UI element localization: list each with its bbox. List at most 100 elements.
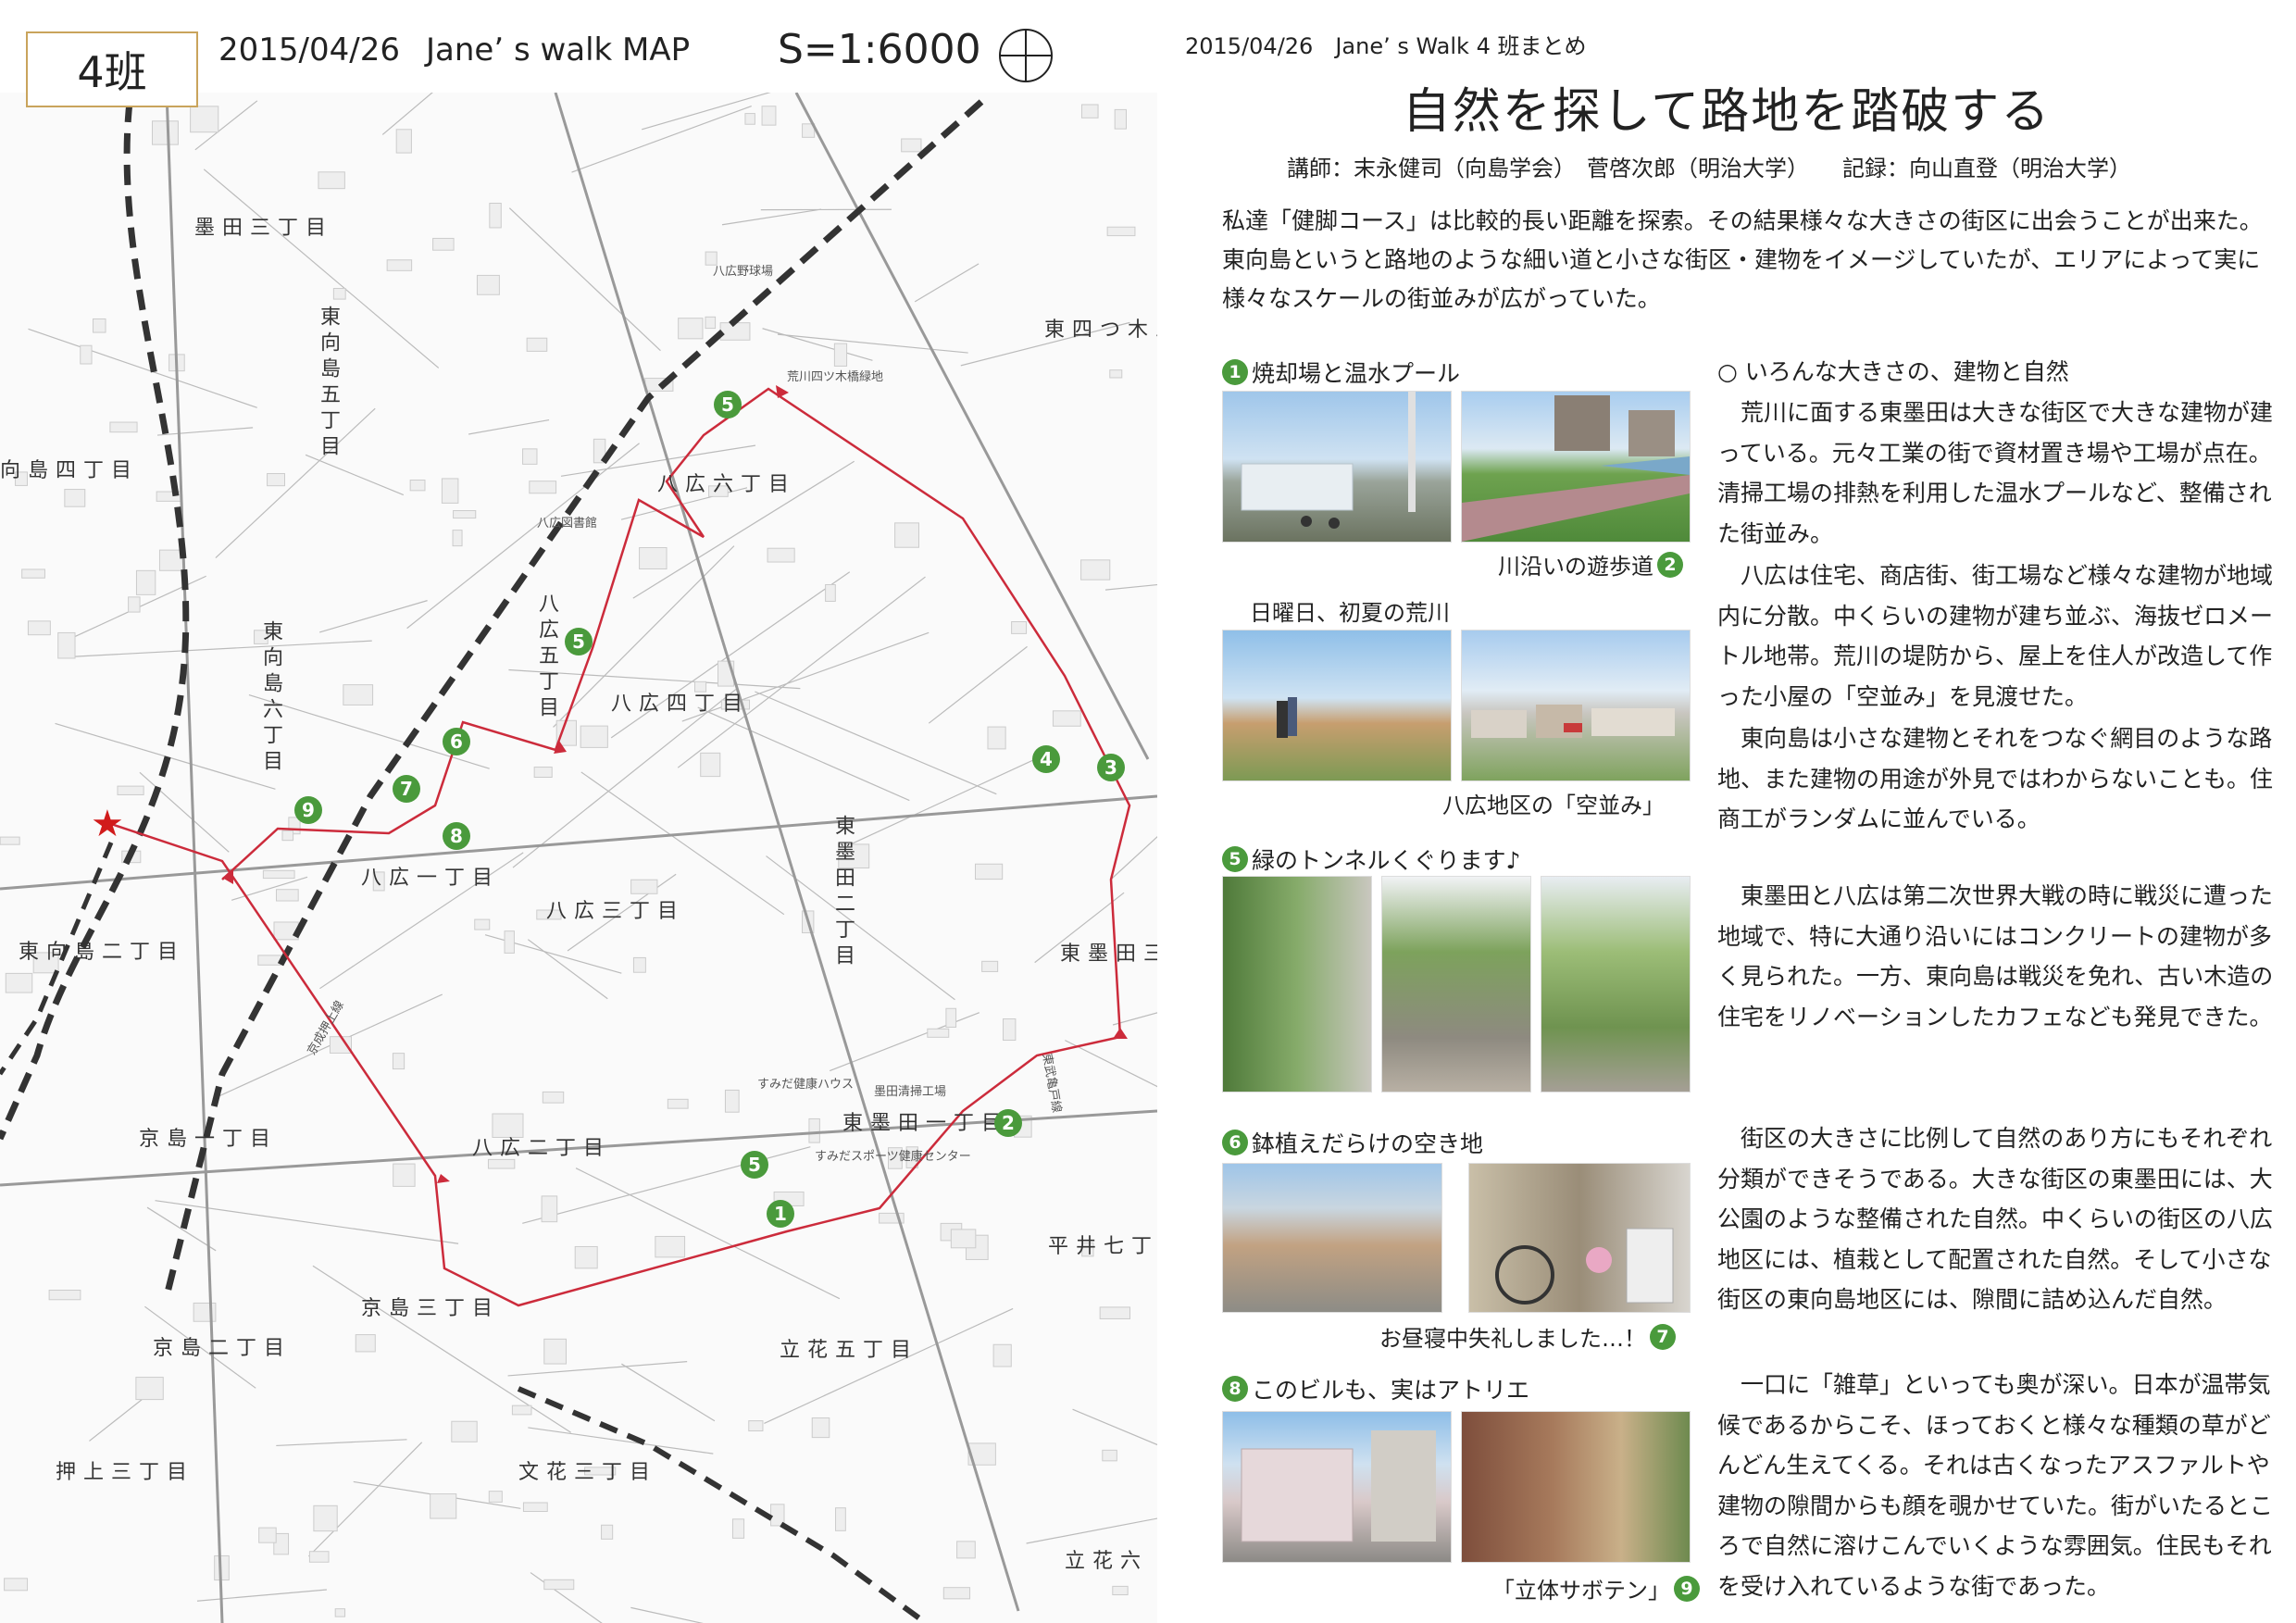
- building-block: [48, 1289, 81, 1301]
- street-line: [59, 640, 372, 658]
- street-line: [764, 1307, 1014, 1424]
- street-line: [406, 443, 640, 630]
- photo-3d-cactus: [1461, 1411, 1691, 1563]
- building-block: [432, 237, 455, 251]
- photo-vacant-lot-pots: [1222, 1163, 1442, 1313]
- street-line: [196, 1589, 327, 1602]
- report-credits: 講師：末永健司（向島学会） 菅啓次郎（明治大学） 記録：向山直登（明治大学）: [1287, 156, 2131, 181]
- building-block: [1106, 226, 1136, 237]
- building-block: [808, 1117, 820, 1143]
- street-line: [721, 208, 822, 226]
- building-block: [580, 725, 608, 748]
- building-block: [21, 568, 45, 579]
- building-block: [705, 316, 717, 330]
- body-paragraph-2: 八広は住宅、商店街、街工場など様々な建物が地域内に分散。中くらいの建物が建ち並ぶ…: [1717, 562, 2274, 710]
- body-heading: ○ いろんな大きさの、建物と自然: [1717, 358, 2069, 385]
- building-block: [522, 1502, 548, 1512]
- photo-green-tunnel-1: [1222, 876, 1372, 1092]
- section-9-label: 「立体サボテン」: [1492, 1578, 1670, 1604]
- street-line: [777, 333, 968, 354]
- label-yahiro5: 八広五丁目: [535, 593, 558, 722]
- building-block: [655, 1235, 686, 1258]
- map-marker-5: 5: [714, 391, 742, 418]
- map-marker-2: 2: [994, 1109, 1022, 1137]
- street-line: [928, 645, 1028, 724]
- building-block: [678, 318, 704, 340]
- section-5-label: 緑のトンネルくぐります♪: [1252, 847, 1521, 874]
- building-block: [1099, 1306, 1130, 1319]
- street-line: [847, 751, 1053, 846]
- building-block: [522, 448, 538, 465]
- building-block: [281, 830, 294, 842]
- section-7-caption: お昼寝中失礼しました…！ 7: [1379, 1320, 1676, 1353]
- building-block: [639, 547, 668, 570]
- label-yahiro3: 八広三丁目: [546, 900, 686, 923]
- street-line: [155, 1200, 459, 1244]
- building-block: [451, 1420, 478, 1442]
- photo-atelier-building: [1222, 1411, 1452, 1563]
- section-2-label: 川沿いの遊歩道: [1498, 554, 1653, 580]
- street-line: [508, 207, 661, 352]
- label-tachibana5: 立花五丁目: [780, 1339, 919, 1362]
- building-block: [27, 620, 51, 636]
- building-block: [950, 1229, 977, 1249]
- building-block: [981, 960, 999, 972]
- building-block: [190, 106, 219, 133]
- body-paragraph-1: 荒川に面する東墨田は大きな街区で大きな建物が建っている。元々工業の街で資材置き場…: [1717, 399, 2274, 547]
- building-block: [334, 1608, 346, 1617]
- map-marker-8: 8: [443, 822, 470, 850]
- section-2-caption: 川沿いの遊歩道 2: [1498, 548, 1683, 581]
- building-block: [57, 631, 76, 659]
- label-higashimukojima4: 向島四丁目: [0, 459, 140, 482]
- building-block: [992, 1343, 1012, 1367]
- number-badge: 5: [1222, 846, 1248, 872]
- body-paragraph-6: 一口に「雑草」といっても奥が深い。日本が温帯気候であるからこそ、ほっておくと様々…: [1717, 1371, 2274, 1600]
- building-block: [956, 1541, 976, 1559]
- building-block: [1109, 369, 1123, 379]
- building-block: [395, 129, 412, 154]
- street-line: [28, 328, 257, 408]
- label-sumida-health: すみだ健康ハウス: [757, 1078, 855, 1092]
- section-5-heading: 5 緑のトンネルくぐります♪: [1222, 843, 1520, 876]
- map-marker-5: 5: [565, 628, 593, 655]
- street-line: [1104, 583, 1157, 591]
- map-marker-5: 5: [741, 1151, 768, 1179]
- start-star-icon: ★: [91, 803, 124, 845]
- label-sumida-pool: すみだスポーツ健康センター: [815, 1150, 971, 1164]
- building-block: [700, 752, 721, 778]
- building-block: [0, 836, 20, 845]
- building-block: [488, 1491, 503, 1503]
- street-line: [468, 418, 550, 435]
- building-block: [974, 863, 1004, 880]
- photo-sky-rooftops: [1461, 630, 1691, 781]
- photo-arakawa-sunday: [1222, 630, 1452, 781]
- number-badge: 2: [1657, 551, 1683, 578]
- building-block: [80, 344, 93, 365]
- building-block: [1102, 1449, 1117, 1462]
- section-3-caption: 日曜日、初夏の荒川: [1250, 600, 1450, 626]
- building-block: [543, 1579, 575, 1591]
- section-8-heading: 8 このビルも、実はアトリエ: [1222, 1372, 1529, 1405]
- section-9-caption: 「立体サボテン」 9: [1492, 1572, 1700, 1604]
- building-block: [441, 478, 459, 504]
- map-canvas: [0, 0, 1157, 1623]
- building-block: [543, 1338, 568, 1365]
- main-roads: [0, 92, 1157, 1623]
- section-7-label: お昼寝中失礼しました…！: [1379, 1326, 1646, 1352]
- building-block: [318, 171, 345, 190]
- label-higashisumida1: 東墨田一丁目: [842, 1112, 1010, 1135]
- report-panel: 2015/04/26 Jane’ s Walk 4 班まとめ 自然を探して路地を…: [1157, 0, 2296, 1623]
- street-line: [571, 105, 752, 173]
- building-block: [409, 480, 426, 492]
- label-higashimukojima2: 東向島二丁目: [19, 941, 186, 964]
- number-badge: 6: [1222, 1130, 1248, 1155]
- building-block: [386, 259, 413, 271]
- building-block: [453, 510, 477, 519]
- building-block: [392, 1053, 406, 1070]
- building-block: [894, 522, 920, 548]
- street-line: [527, 939, 608, 1000]
- building-block: [329, 1036, 353, 1054]
- building-block: [1114, 108, 1127, 130]
- building-block: [117, 785, 144, 795]
- building-block: [632, 956, 646, 973]
